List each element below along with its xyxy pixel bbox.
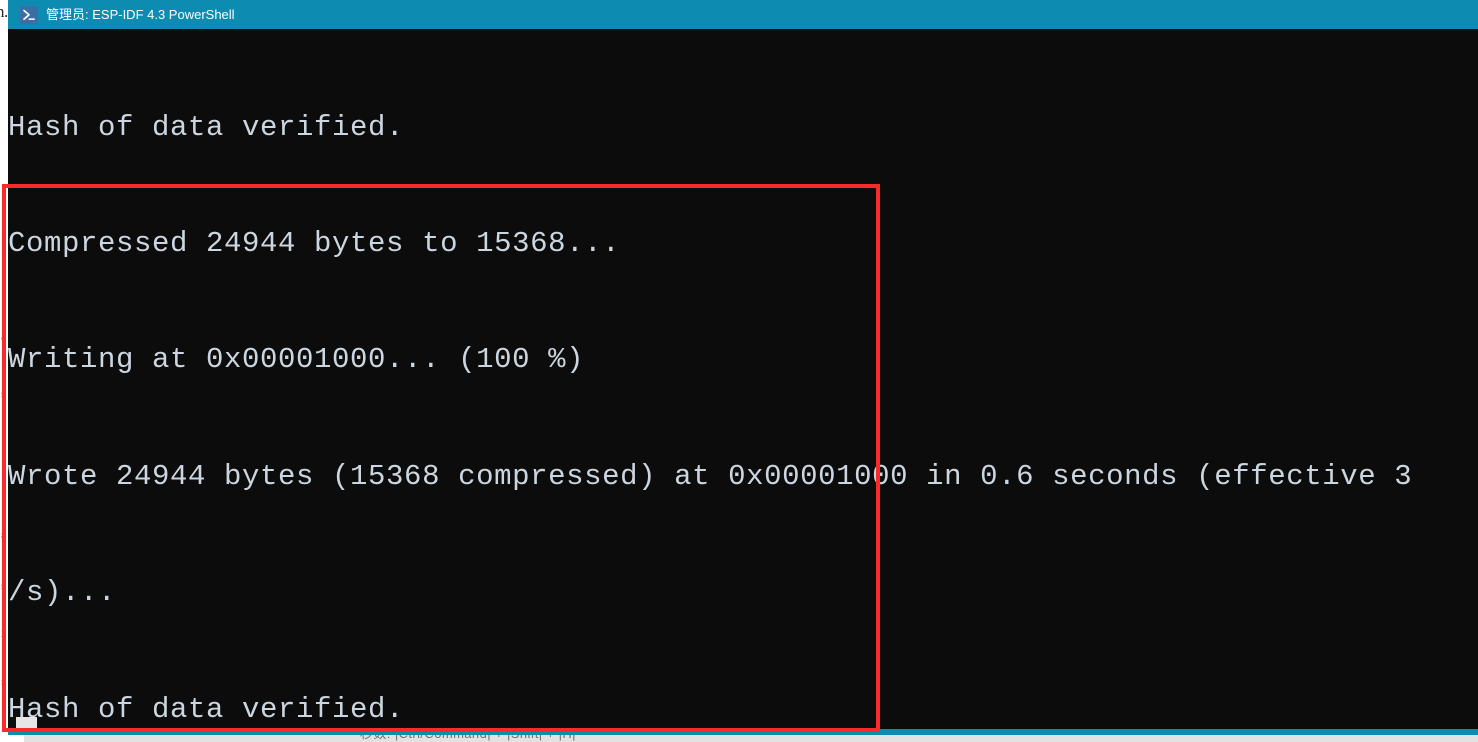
console-line: Wrote 24944 bytes (15368 compressed) at … (8, 459, 1413, 493)
window-bottom-edge (8, 729, 1478, 735)
window-title: 管理员: ESP-IDF 4.3 PowerShell (46, 7, 235, 22)
console-text: Hash of data verified. Compressed 24944 … (8, 31, 1478, 729)
console-line: Writing at 0x00001000... (100 %) (8, 343, 585, 377)
background-glyph-4: s (1, 580, 6, 592)
background-glyph-3: 8 (1, 530, 7, 542)
screen-root: n. e s 8 s 2 n 秒数: |Ctrl/Command| + |Shi… (0, 0, 1478, 742)
text-cursor (16, 717, 37, 729)
console-line: Compressed 24944 bytes to 15368... (8, 226, 621, 260)
background-text-fragment: n. (0, 2, 8, 21)
powershell-window: 管理员: ESP-IDF 4.3 PowerShell Hash of data… (8, 0, 1478, 735)
console-output-area[interactable]: Hash of data verified. Compressed 24944 … (8, 29, 1478, 729)
background-glyph-1: e (1, 332, 6, 344)
console-line: /s)... (8, 576, 117, 610)
powershell-icon (20, 5, 38, 24)
console-line: Hash of data verified. (8, 692, 405, 726)
background-glyph-2: s (1, 388, 6, 400)
background-glyph-5: 2 (1, 628, 7, 640)
window-titlebar[interactable]: 管理员: ESP-IDF 4.3 PowerShell (8, 0, 1478, 29)
console-line: Hash of data verified. (8, 110, 405, 144)
background-glyph-6: n (1, 676, 7, 688)
